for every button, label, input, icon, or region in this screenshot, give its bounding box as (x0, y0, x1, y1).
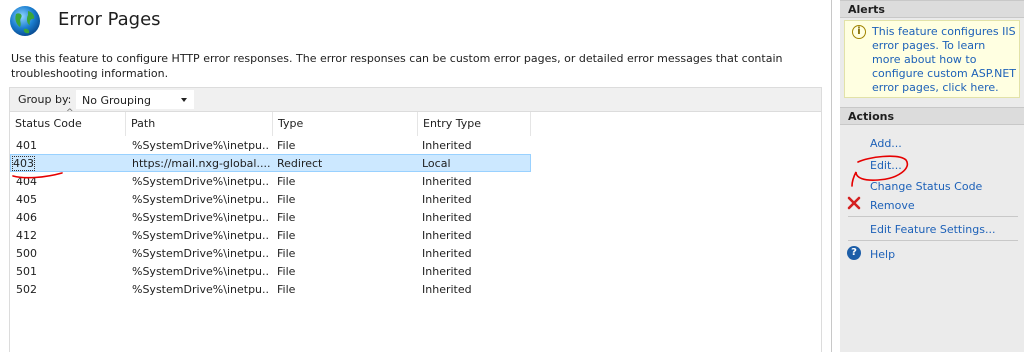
globe-icon (10, 6, 40, 36)
edit-action[interactable]: Edit... (870, 159, 902, 172)
status-code-cell: 500 (16, 247, 37, 260)
table-row[interactable]: 501 %SystemDrive%\inetpu... File Inherit… (10, 262, 531, 280)
path-cell: %SystemDrive%\inetpu... (132, 211, 270, 224)
add-action[interactable]: Add... (870, 137, 902, 150)
actions-header: Actions (840, 107, 1024, 125)
path-cell: %SystemDrive%\inetpu... (132, 193, 270, 206)
remove-action[interactable]: Remove (870, 199, 915, 212)
status-code-cell: 412 (16, 229, 37, 242)
help-icon: ? (847, 246, 861, 260)
entry-type-cell: Inherited (422, 175, 472, 188)
status-code-cell: 405 (16, 193, 37, 206)
table-row[interactable]: 412 %SystemDrive%\inetpu... File Inherit… (10, 226, 531, 244)
help-action[interactable]: Help (870, 248, 895, 261)
table-row[interactable]: 405 %SystemDrive%\inetpu... File Inherit… (10, 190, 531, 208)
type-cell: File (277, 229, 296, 242)
type-cell: File (277, 211, 296, 224)
status-code-cell: 502 (16, 283, 37, 296)
column-header-path[interactable]: Path (126, 112, 273, 136)
path-cell: %SystemDrive%\inetpu... (132, 283, 270, 296)
path-cell: %SystemDrive%\inetpu... (132, 247, 270, 260)
chevron-down-icon (181, 98, 187, 102)
status-code-cell: 401 (16, 139, 37, 152)
column-header-status-code[interactable]: ^ Status Code (10, 108, 126, 136)
status-code-cell: 501 (16, 265, 37, 278)
type-cell: Redirect (277, 157, 323, 170)
entry-type-cell: Inherited (422, 283, 472, 296)
actions-pane: Alerts i This feature configures IIS err… (840, 0, 1024, 352)
feature-pane: Error Pages Use this feature to configur… (0, 0, 833, 352)
status-code-cell: 404 (16, 175, 37, 188)
info-icon: i (852, 25, 866, 39)
page-title: Error Pages (58, 9, 161, 30)
table-row[interactable]: 406 %SystemDrive%\inetpu... File Inherit… (10, 208, 531, 226)
group-by-select[interactable]: No Grouping (76, 90, 194, 109)
table-row[interactable]: 500 %SystemDrive%\inetpu... File Inherit… (10, 244, 531, 262)
group-by-value: No Grouping (82, 94, 151, 107)
table-row[interactable]: 401 %SystemDrive%\inetpu... File Inherit… (10, 136, 531, 154)
status-code-cell: 406 (16, 211, 37, 224)
status-code-cell: 403 (12, 156, 35, 171)
alert-box: i This feature configures IIS error page… (844, 20, 1020, 98)
group-by-label: Group by: (18, 93, 72, 106)
table-row-selected[interactable]: 403 https://mail.nxg-global.... Redirect… (10, 154, 531, 172)
path-cell: %SystemDrive%\inetpu... (132, 229, 270, 242)
entry-type-cell: Inherited (422, 211, 472, 224)
entry-type-cell: Inherited (422, 265, 472, 278)
type-cell: File (277, 139, 296, 152)
type-cell: File (277, 175, 296, 188)
alerts-header: Alerts (840, 0, 1024, 18)
path-cell: %SystemDrive%\inetpu... (132, 175, 270, 188)
pane-splitter[interactable] (831, 0, 832, 352)
remove-icon (847, 196, 861, 210)
entry-type-cell: Inherited (422, 247, 472, 260)
feature-description: Use this feature to configure HTTP error… (11, 52, 783, 80)
actions-divider (848, 216, 1018, 217)
column-header-entry-type[interactable]: Entry Type (418, 112, 531, 136)
entry-type-cell: Inherited (422, 229, 472, 242)
table-row[interactable]: 404 %SystemDrive%\inetpu... File Inherit… (10, 172, 531, 190)
actions-divider (848, 240, 1018, 241)
alert-link[interactable]: This feature configures IIS error pages.… (872, 25, 1017, 95)
edit-feature-settings-action[interactable]: Edit Feature Settings... (870, 223, 995, 236)
entry-type-cell: Inherited (422, 193, 472, 206)
type-cell: File (277, 193, 296, 206)
sort-ascending-icon: ^ (66, 108, 74, 118)
path-cell: %SystemDrive%\inetpu... (132, 139, 270, 152)
table-row[interactable]: 502 %SystemDrive%\inetpu... File Inherit… (10, 280, 531, 298)
type-cell: File (277, 265, 296, 278)
entry-type-cell: Local (422, 157, 451, 170)
type-cell: File (277, 247, 296, 260)
type-cell: File (277, 283, 296, 296)
entry-type-cell: Inherited (422, 139, 472, 152)
path-cell: https://mail.nxg-global.... (132, 157, 270, 170)
error-pages-grid: ^ Status Code Path Type Entry Type 401 %… (9, 108, 822, 352)
grouping-toolbar: Group by: No Grouping (9, 87, 822, 111)
column-header-type[interactable]: Type (273, 112, 418, 136)
change-status-code-action[interactable]: Change Status Code (870, 180, 982, 193)
path-cell: %SystemDrive%\inetpu... (132, 265, 270, 278)
